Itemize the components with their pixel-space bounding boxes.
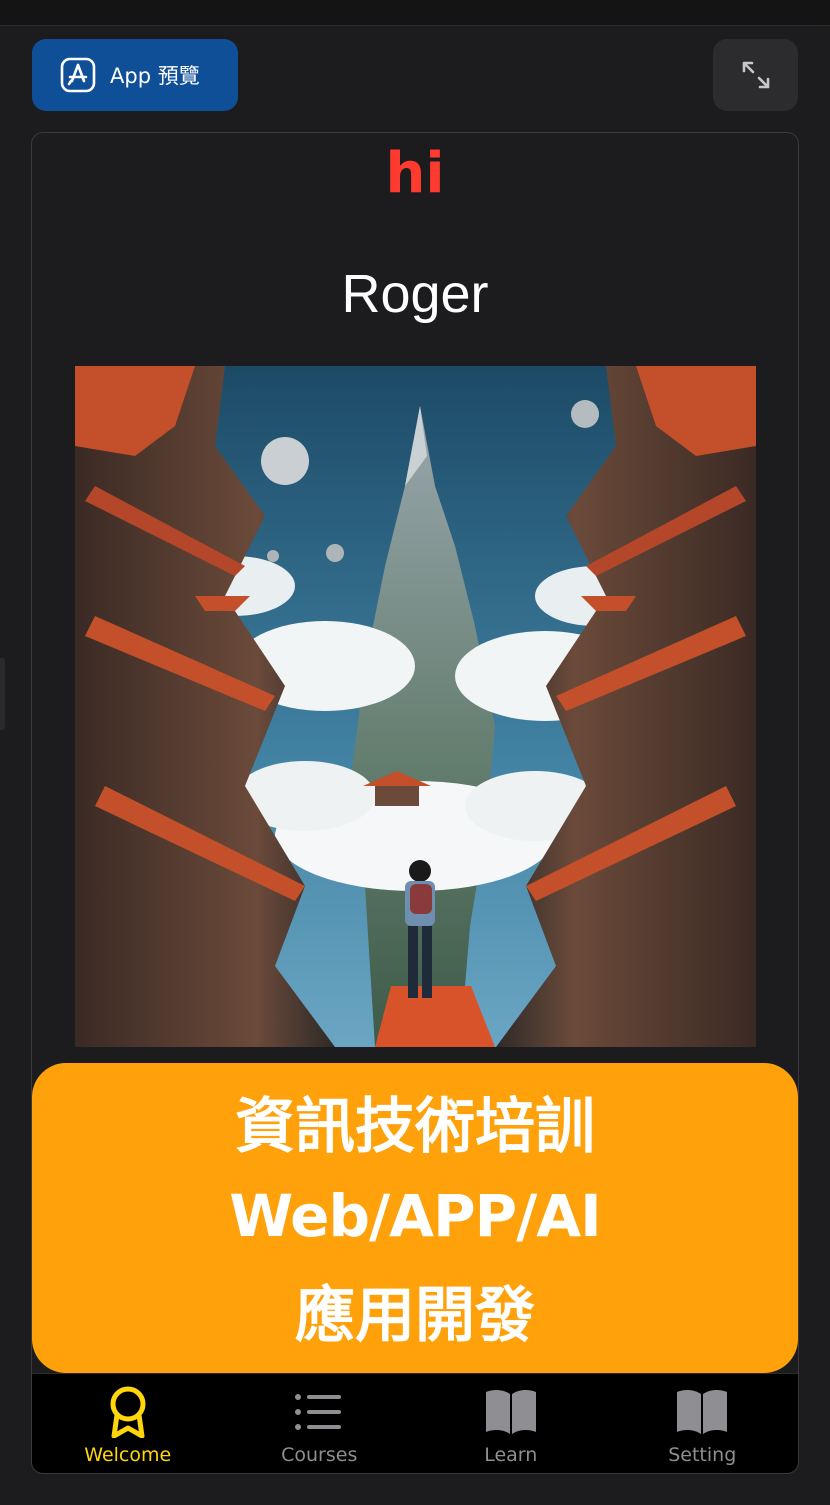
tab-welcome-label: Welcome bbox=[84, 1444, 172, 1466]
open-book-icon bbox=[485, 1389, 536, 1434]
tab-courses[interactable]: Courses bbox=[224, 1374, 416, 1473]
app-preview-button[interactable]: App 預覽 bbox=[32, 39, 238, 111]
expand-arrows-icon bbox=[742, 61, 769, 89]
tab-learn-label: Learn bbox=[484, 1444, 538, 1466]
banner-line-3: 應用開發 bbox=[295, 1281, 535, 1352]
tab-learn[interactable]: Learn bbox=[415, 1374, 607, 1473]
promo-banner: 資訊技術培訓 Web/APP/AI 應用開發 bbox=[32, 1063, 798, 1373]
user-name: Roger bbox=[341, 264, 489, 324]
open-book-icon bbox=[677, 1389, 728, 1434]
list-icon bbox=[295, 1394, 342, 1430]
banner-line-1: 資訊技術培訓 bbox=[235, 1091, 595, 1162]
tab-setting-label: Setting bbox=[668, 1444, 737, 1466]
top-strip bbox=[0, 0, 830, 26]
app-preview-label: App 預覽 bbox=[110, 64, 200, 88]
expand-button[interactable] bbox=[713, 39, 798, 111]
tab-setting[interactable]: Setting bbox=[607, 1374, 799, 1473]
app-preview-frame: hi Roger 資訊技術培訓 Web/APP/AI 應用開發 Welcome … bbox=[31, 132, 799, 1474]
app-store-icon bbox=[60, 57, 96, 93]
banner-line-2: Web/APP/AI bbox=[229, 1181, 602, 1250]
greeting-text: hi bbox=[385, 141, 445, 206]
artwork-image bbox=[75, 366, 756, 1047]
side-handle[interactable] bbox=[0, 658, 5, 730]
award-ribbon-icon bbox=[110, 1386, 146, 1438]
tab-bar: Welcome Courses Learn Setting bbox=[32, 1373, 799, 1473]
tab-courses-label: Courses bbox=[281, 1444, 358, 1466]
tab-welcome[interactable]: Welcome bbox=[32, 1374, 224, 1473]
